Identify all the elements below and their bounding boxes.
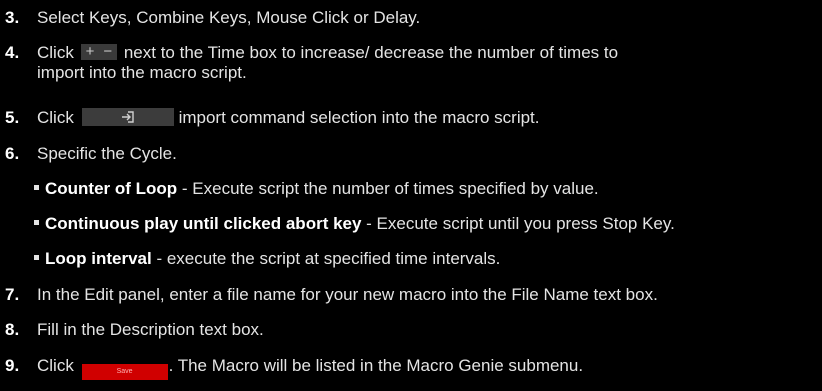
plus-minus-control: + − [80,43,118,60]
step-text: Fill in the Description text box. [37,320,264,339]
step-number: 5. [5,108,20,127]
step-body: Click Save. The Macro will be listed in … [37,356,583,380]
save-button: Save [81,364,168,380]
bullet-term: Counter of Loop [45,179,178,198]
bullet-square-icon [34,220,39,226]
bullet-square-icon [34,255,39,261]
import-arrow-icon [121,111,134,123]
step-number: 6. [5,144,20,163]
bullet-desc: - Execute script until you press Stop Ke… [361,214,675,233]
step-number: 4. [5,43,20,62]
step-body: Click import command selection into the … [37,108,540,128]
bullet-desc: - Execute script the number of times spe… [177,179,599,198]
step-text: Specific the Cycle. [37,144,177,163]
step-text: In the Edit panel, enter a file name for… [37,285,658,304]
step-text-pre: Click [37,108,74,127]
step-text-pre: Click [37,356,74,375]
step-text-post: import command selection into the macro … [178,108,540,127]
step-line-2: import into the macro script. [37,63,247,82]
import-button [81,108,174,126]
bullet-desc: - execute the script at specified time i… [151,249,501,268]
step-line: Click + − next to the Time box to increas… [37,43,618,63]
step-number: 3. [5,8,20,27]
minus-icon: − [103,43,113,60]
step-text-pre: Click [37,43,74,62]
step-number: 9. [5,356,20,375]
step-number: 7. [5,285,20,304]
instruction-document: 3. Select Keys, Combine Keys, Mouse Clic… [0,0,822,391]
bullet-counter-of-loop: Counter of Loop - Execute script the num… [34,179,599,199]
step-body: Click + − next to the Time box to increas… [37,43,618,83]
bullet-continuous-play: Continuous play until clicked abort key … [34,214,675,234]
step-text: Select Keys, Combine Keys, Mouse Click o… [37,8,421,27]
bullet-square-icon [34,185,39,191]
plus-icon: + [85,43,95,60]
bullet-term: Loop interval [45,249,152,268]
bullet-loop-interval: Loop interval - execute the script at sp… [34,249,500,269]
step-text-post: . The Macro will be listed in the Macro … [168,356,584,375]
bullet-term: Continuous play until clicked abort key [45,214,362,233]
step-number: 8. [5,320,20,339]
step-text-post: next to the Time box to increase/ decrea… [123,43,619,62]
